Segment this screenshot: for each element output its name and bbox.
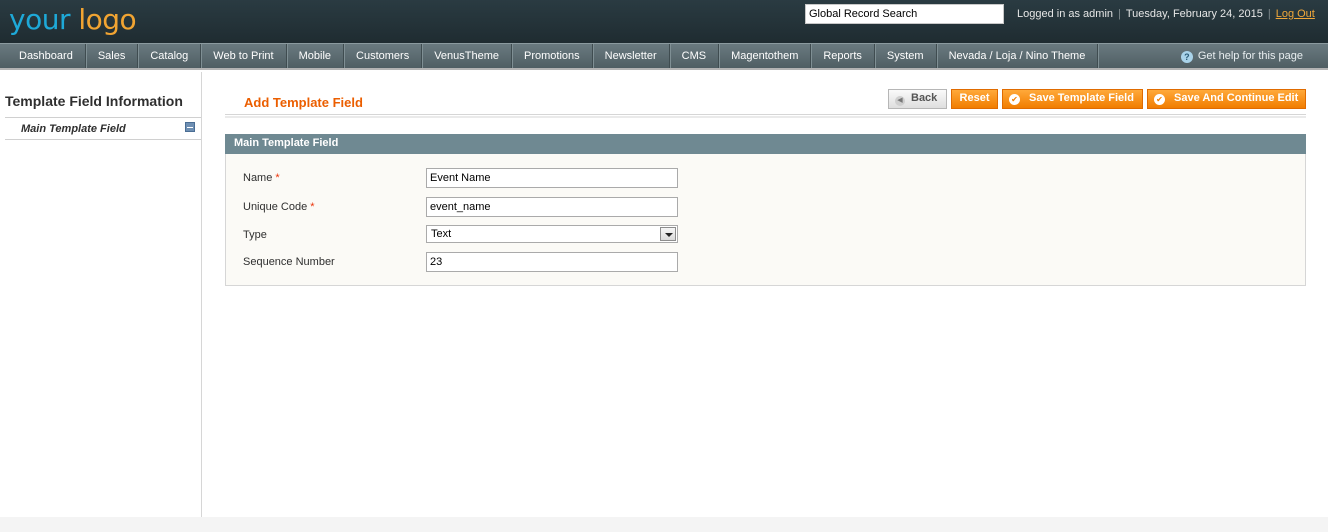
sequence-number-label: Sequence Number [243,256,335,268]
nav-item-sales[interactable]: Sales [86,44,139,68]
sequence-number-input[interactable] [426,252,678,272]
tab-main-template-field[interactable]: Main Template Field [5,117,201,140]
help-icon: ? [1180,51,1193,63]
help-text: Get help for this page [1197,50,1303,62]
back-button[interactable]: ◀ Back [888,89,947,109]
logo-text-your: your [9,3,70,36]
chevron-down-icon [660,227,676,241]
tab-label: Main Template Field [21,123,126,135]
unique-code-label: Unique Code * [243,201,315,213]
back-arrow-icon: ◀ [895,96,905,106]
unique-code-label-text: Unique Code [243,201,308,213]
global-search-input[interactable] [805,4,1004,24]
header-bar: your logo Logged in as admin | Tuesday, Fe… [0,0,1328,43]
page-title: Add Template Field [244,95,363,110]
sidebar: Template Field Information Main Template… [0,72,202,517]
name-label: Name * [243,172,280,184]
logo-text-logo: logo [78,3,137,36]
collapse-icon [185,122,195,132]
fieldset-title: Main Template Field [234,137,339,149]
required-mark: * [310,201,315,213]
nav-item-promotions[interactable]: Promotions [512,44,593,68]
separator: | [1267,8,1271,20]
fieldset-header: Main Template Field [225,134,1306,154]
help-link[interactable]: ? Get help for this page [1180,44,1303,68]
fieldset-body [225,154,1306,286]
sidebar-title: Template Field Information [5,93,183,109]
nav-item-system[interactable]: System [875,44,937,68]
logo[interactable]: your logo [9,2,137,38]
check-icon: ✔ [1009,94,1020,105]
nav-item-reports[interactable]: Reports [811,44,875,68]
nav-item-venustheme[interactable]: VenusTheme [422,44,513,68]
save-button[interactable]: ✔ Save Template Field [1002,89,1143,109]
footer-strip [0,517,1328,532]
nav-item-magentothem[interactable]: Magentothem [719,44,812,68]
name-input[interactable] [426,168,678,188]
save-label: Save Template Field [1029,92,1134,104]
header-links: Logged in as admin | Tuesday, February 24,… [1017,8,1315,20]
check-icon: ✔ [1154,94,1165,105]
nav-item-dashboard[interactable]: Dashboard [0,44,86,68]
logged-in-text: Logged in as admin [1017,8,1114,20]
logout-link[interactable]: Log Out [1276,8,1315,20]
title-divider [225,114,1306,118]
name-label-text: Name [243,172,273,184]
separator: | [1118,8,1121,20]
back-label: Back [911,92,938,104]
nav-item-catalog[interactable]: Catalog [138,44,202,68]
nav-item-cms[interactable]: CMS [670,44,720,68]
nav-item-nevada-theme[interactable]: Nevada / Loja / Nino Theme [937,44,1099,68]
nav-item-web-to-print[interactable]: Web to Print [201,44,287,68]
unique-code-input[interactable] [426,197,678,217]
main-nav: Dashboard Sales Catalog Web to Print Mob… [0,43,1328,70]
reset-button[interactable]: Reset [951,89,998,109]
nav-item-customers[interactable]: Customers [344,44,423,68]
type-select-value: Text [431,228,452,240]
save-and-continue-button[interactable]: ✔ Save And Continue Edit [1147,89,1306,109]
type-select[interactable]: Text [426,225,678,243]
nav-item-mobile[interactable]: Mobile [287,44,345,68]
required-mark: * [275,172,280,184]
nav-item-newsletter[interactable]: Newsletter [593,44,670,68]
save-continue-label: Save And Continue Edit [1174,92,1299,104]
date-text: Tuesday, February 24, 2015 [1125,8,1263,20]
type-label: Type [243,229,267,241]
